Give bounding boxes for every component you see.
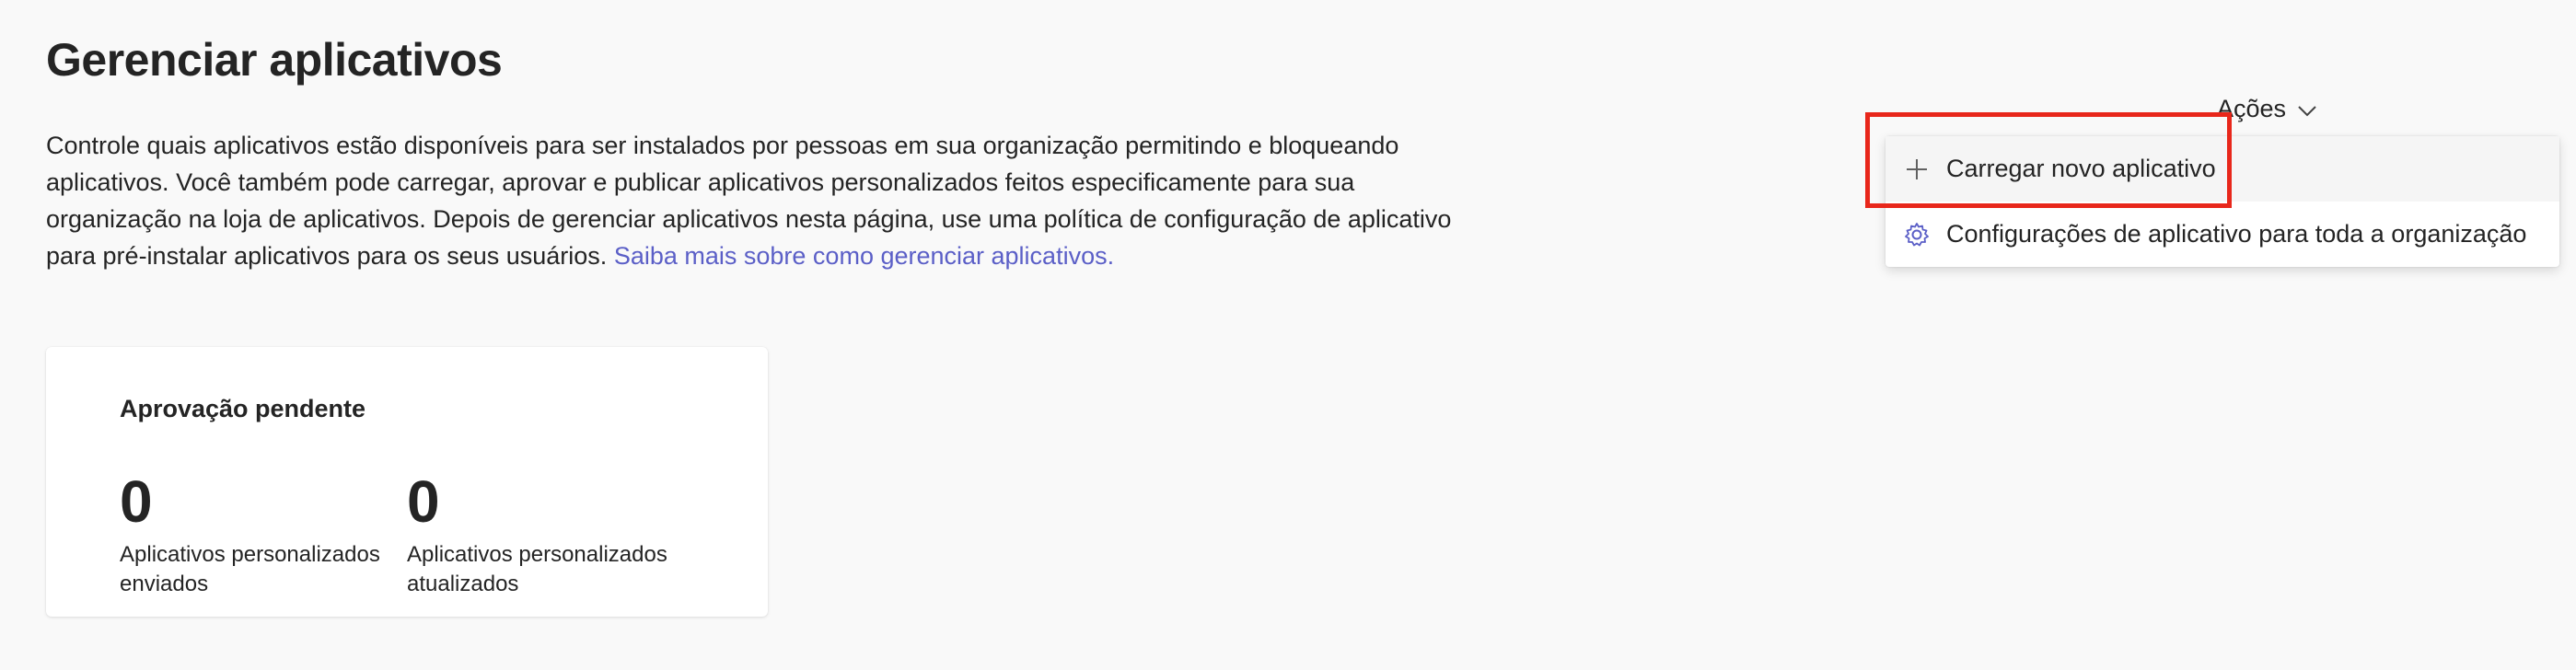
- actions-dropdown-menu: Carregar novo aplicativo Configurações d…: [1886, 136, 2559, 267]
- menu-item-org-wide-settings[interactable]: Configurações de aplicativo para toda a …: [1886, 202, 2559, 267]
- stat-value: 0: [120, 468, 153, 535]
- learn-more-link[interactable]: Saiba mais sobre como gerenciar aplicati…: [614, 242, 1114, 270]
- stat-value: 0: [407, 468, 440, 535]
- stat-label: Aplicativos personalizados atualizados: [407, 542, 667, 596]
- menu-item-label: Configurações de aplicativo para toda a …: [1946, 220, 2527, 248]
- manage-apps-page: Gerenciar aplicativos Controle quais apl…: [0, 0, 2576, 670]
- chevron-down-icon: [2297, 98, 2317, 119]
- actions-button[interactable]: Ações: [2217, 90, 2317, 127]
- page-description: Controle quais aplicativos estão disponí…: [46, 127, 1482, 274]
- page-title: Gerenciar aplicativos: [46, 34, 503, 86]
- menu-item-upload-app[interactable]: Carregar novo aplicativo: [1886, 136, 2559, 202]
- stat-submitted[interactable]: 0 Aplicativos personalizados enviados: [120, 472, 396, 599]
- card-title: Aprovação pendente: [120, 395, 366, 422]
- pending-approval-card: Aprovação pendente 0 Aplicativos persona…: [46, 347, 768, 617]
- menu-item-label: Carregar novo aplicativo: [1946, 155, 2216, 182]
- actions-label: Ações: [2217, 94, 2287, 122]
- stat-label: Aplicativos personalizados enviados: [120, 542, 380, 596]
- stat-updated[interactable]: 0 Aplicativos personalizados atualizados: [407, 472, 683, 599]
- plus-icon: [1902, 155, 1932, 184]
- gear-icon: [1902, 220, 1932, 249]
